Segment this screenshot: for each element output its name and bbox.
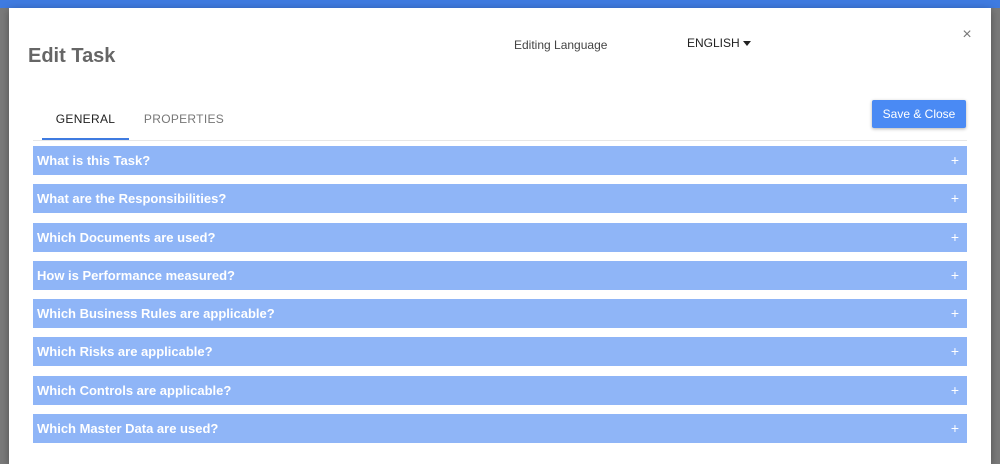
accordion-item-label: What is this Task? <box>37 153 151 168</box>
editing-language-label: Editing Language <box>514 38 608 52</box>
accordion-item-task[interactable]: What is this Task? + <box>33 146 967 175</box>
tab-bar: GENERAL PROPERTIES <box>33 100 967 141</box>
save-close-button[interactable]: Save & Close <box>872 100 966 128</box>
plus-icon: + <box>950 152 959 168</box>
plus-icon: + <box>950 420 959 437</box>
tab-properties[interactable]: PROPERTIES <box>138 100 230 140</box>
app-top-bar <box>0 0 1000 8</box>
accordion-item-label: Which Business Rules are applicable? <box>37 306 275 322</box>
plus-icon: + <box>950 305 959 322</box>
close-icon[interactable]: × <box>960 26 974 44</box>
accordion-item-label: How is Performance measured? <box>37 267 235 283</box>
plus-icon: + <box>950 266 959 283</box>
accordion-item-risks[interactable]: Which Risks are applicable? + <box>33 337 967 367</box>
plus-icon: + <box>950 381 959 398</box>
accordion-item-performance[interactable]: How is Performance measured? + <box>33 260 967 290</box>
accordion-item-master-data[interactable]: Which Master Data are used? + <box>33 414 967 444</box>
accordion-item-label: Which Master Data are used? <box>37 421 219 437</box>
accordion-item-label: Which Risks are applicable? <box>37 344 213 360</box>
edit-task-dialog: Edit Task Editing Language ENGLISH × GEN… <box>9 8 991 464</box>
accordion-item-business-rules[interactable]: Which Business Rules are applicable? + <box>33 299 967 329</box>
language-dropdown[interactable]: ENGLISH <box>687 36 751 50</box>
caret-down-icon <box>742 41 751 46</box>
accordion-item-controls[interactable]: Which Controls are applicable? + <box>33 375 967 405</box>
task-questions-accordion: What is this Task? + What are the Respon… <box>33 146 967 452</box>
accordion-item-label: Which Documents are used? <box>37 229 216 245</box>
plus-icon: + <box>950 190 959 207</box>
plus-icon: + <box>950 228 959 245</box>
accordion-item-label: Which Controls are applicable? <box>37 382 232 398</box>
accordion-item-responsibilities[interactable]: What are the Responsibilities? + <box>33 184 967 214</box>
accordion-item-documents[interactable]: Which Documents are used? + <box>33 222 967 252</box>
plus-icon: + <box>950 343 959 360</box>
tab-general[interactable]: GENERAL <box>42 100 129 140</box>
language-dropdown-value: ENGLISH <box>687 36 740 50</box>
accordion-item-label: What are the Responsibilities? <box>37 191 227 207</box>
dialog-title: Edit Task <box>28 45 116 67</box>
